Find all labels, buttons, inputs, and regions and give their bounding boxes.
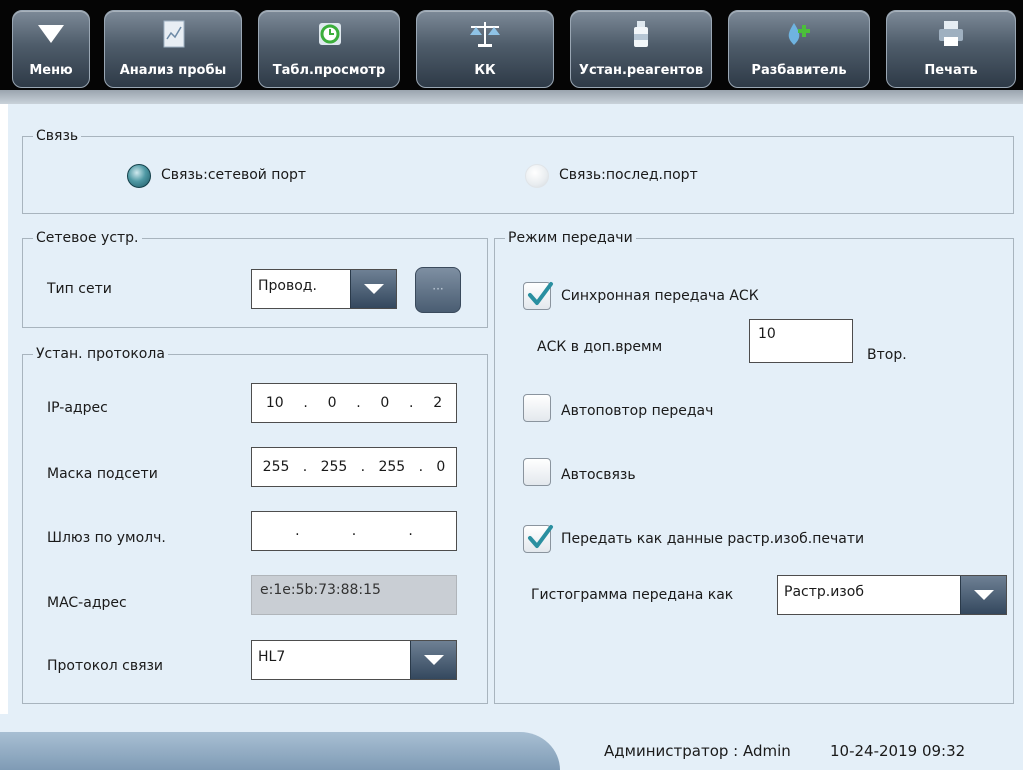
sample-analysis-label: Анализ пробы (119, 63, 227, 78)
chevron-down-icon[interactable] (960, 576, 1006, 614)
print-button[interactable]: Печать (886, 10, 1016, 88)
transfer-mode-legend: Режим передачи (505, 230, 636, 246)
comm-protocol-label: Протокол связи (47, 658, 164, 674)
diluent-label: Разбавитель (751, 63, 847, 78)
send-bitmap-checkbox[interactable] (523, 525, 553, 553)
status-bar: Администратор : Admin 10-24-2019 09:32 (0, 714, 1023, 770)
send-bitmap-label[interactable]: Передать как данные растр.изоб.печати (561, 531, 864, 547)
connection-group: Связь Связь:сетевой порт Связь:послед.по… (22, 128, 1014, 214)
qc-button[interactable]: КК (416, 10, 554, 88)
header-divider (0, 90, 1023, 104)
printer-icon (934, 19, 968, 49)
mac-label: MAC-адрес (47, 595, 127, 611)
menu-triangle-icon (34, 19, 68, 49)
current-user: Администратор : Admin (604, 742, 791, 760)
status-datetime: 10-24-2019 09:32 (830, 742, 966, 760)
status-tab-decoration (0, 732, 560, 770)
sample-analysis-button[interactable]: Анализ пробы (104, 10, 242, 88)
ip-octet-4: 2 (433, 395, 443, 411)
settings-panel: Связь Связь:сетевой порт Связь:послед.по… (8, 104, 1023, 714)
mask-octet-4: 0 (436, 459, 446, 475)
main-toolbar: Меню Анализ пробы Табл.просмотр КК Устан… (0, 0, 1023, 90)
network-port-label[interactable]: Связь:сетевой порт (161, 167, 306, 183)
menu-button[interactable]: Меню (12, 10, 90, 88)
serial-port-radio[interactable] (525, 164, 549, 188)
diluent-drop-icon (782, 19, 816, 49)
mask-label: Маска подсети (47, 466, 158, 482)
qc-label: КК (474, 63, 496, 78)
mask-octet-1: 255 (262, 459, 290, 475)
gateway-field[interactable]: . . . (251, 511, 457, 551)
network-port-radio[interactable] (127, 164, 151, 188)
diluent-button[interactable]: Разбавитель (728, 10, 870, 88)
auto-connect-checkbox[interactable] (523, 458, 551, 486)
mac-address-field: e:1e:5b:73:88:15 (251, 575, 457, 615)
table-review-icon (312, 19, 346, 49)
sync-ack-checkbox[interactable] (523, 282, 553, 310)
mask-octet-2: 255 (320, 459, 348, 475)
network-more-button[interactable]: ··· (415, 267, 461, 313)
connection-legend: Связь (33, 128, 82, 144)
subnet-mask-field[interactable]: 255. 255. 255. 0 (251, 447, 457, 487)
print-label: Печать (924, 63, 978, 78)
sync-ack-label[interactable]: Синхронная передача АСК (561, 288, 759, 304)
ip-address-field[interactable]: 10. 0. 0. 2 (251, 383, 457, 423)
histogram-label: Гистограмма передана как (531, 587, 734, 603)
ip-octet-1: 10 (265, 395, 284, 411)
reagent-setup-button[interactable]: Устан.реагентов (570, 10, 712, 88)
network-type-select[interactable]: Провод. (251, 269, 397, 309)
ip-octet-3: 0 (380, 395, 390, 411)
serial-port-label[interactable]: Связь:послед.порт (559, 167, 698, 183)
network-type-label: Тип сети (47, 281, 112, 297)
reagent-setup-label: Устан.реагентов (578, 63, 704, 78)
chevron-down-icon[interactable] (410, 641, 456, 679)
ack-time-value: 10 (758, 326, 776, 342)
sample-analysis-icon (156, 19, 190, 49)
checkmark-icon (528, 525, 553, 548)
comm-protocol-value: HL7 (258, 649, 286, 665)
scales-icon (468, 19, 502, 49)
ack-time-input[interactable]: 10 (749, 319, 853, 363)
ip-octet-2: 0 (327, 395, 337, 411)
chevron-down-icon[interactable] (350, 270, 396, 308)
auto-connect-label[interactable]: Автосвязь (561, 467, 636, 483)
ack-time-unit: Втор. (867, 347, 907, 363)
table-review-button[interactable]: Табл.просмотр (258, 10, 400, 88)
auto-retry-label[interactable]: Автоповтор передач (561, 403, 713, 419)
ip-label: IP-адрес (47, 400, 108, 416)
auto-retry-checkbox[interactable] (523, 394, 551, 422)
protocol-group: Устан. протокола IP-адрес 10. 0. 0. 2 Ма… (22, 346, 488, 704)
network-device-group: Сетевое устр. Тип сети Провод. ··· (22, 230, 488, 328)
histogram-format-select[interactable]: Растр.изоб (777, 575, 1007, 615)
reagent-bottle-icon (624, 19, 658, 49)
menu-button-label: Меню (29, 63, 73, 78)
histogram-format-value: Растр.изоб (784, 584, 864, 600)
protocol-legend: Устан. протокола (33, 346, 168, 362)
ack-time-label: АСК в доп.времм (537, 339, 663, 355)
network-device-legend: Сетевое устр. (33, 230, 142, 246)
transfer-mode-group: Режим передачи Синхронная передача АСК А… (494, 230, 1014, 704)
table-review-label: Табл.просмотр (272, 63, 386, 78)
comm-protocol-select[interactable]: HL7 (251, 640, 457, 680)
mac-address-value: e:1e:5b:73:88:15 (260, 582, 381, 598)
mask-octet-3: 255 (378, 459, 406, 475)
network-type-value: Провод. (258, 278, 317, 294)
gateway-label: Шлюз по умолч. (47, 530, 166, 546)
checkmark-icon (528, 282, 553, 305)
